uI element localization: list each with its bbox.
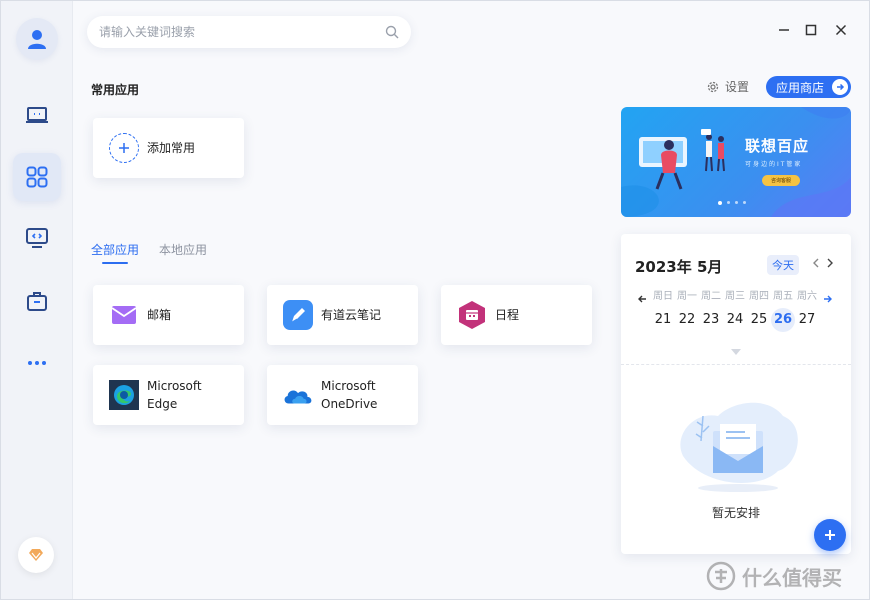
- app-store-button[interactable]: 应用商店: [766, 76, 851, 98]
- chevron-left-icon[interactable]: [812, 257, 820, 273]
- user-avatar[interactable]: [16, 18, 58, 60]
- minimize-icon: [779, 29, 789, 31]
- banner-title: 联想百应: [745, 137, 810, 155]
- search-icon[interactable]: [385, 25, 399, 39]
- sidebar-item-device[interactable]: [13, 91, 61, 139]
- tab-active-indicator: [102, 262, 128, 264]
- app-card-onedrive[interactable]: Microsoft OneDrive: [267, 365, 418, 425]
- app-card-schedule[interactable]: 日程: [441, 285, 592, 345]
- minimize-button[interactable]: [773, 19, 795, 41]
- day-cell[interactable]: 27: [795, 308, 819, 332]
- app-name-group: Microsoft OneDrive: [321, 377, 377, 413]
- app-name: 有道云笔记: [321, 308, 382, 322]
- user-icon: [28, 30, 46, 49]
- app-store-label: 应用商店: [776, 80, 825, 95]
- empty-mail-illustration: [680, 402, 798, 492]
- app-window: 常用应用 添加常用 设置 应用商店 全部应用 本地应用 邮箱: [0, 0, 870, 600]
- add-common-app-card[interactable]: 添加常用: [93, 118, 244, 178]
- day-cell[interactable]: 23: [699, 308, 723, 332]
- calendar-panel: 2023年 5月 今天 周日 周一 周二 周三 周四 周五 周六 21 22 2…: [621, 234, 851, 554]
- weekday-label: 周一: [677, 291, 697, 302]
- pagination-dot[interactable]: [718, 201, 722, 205]
- empty-schedule-text: 暂无安排: [711, 506, 760, 520]
- youdao-note-icon: [283, 300, 313, 330]
- maximize-button[interactable]: [800, 19, 822, 41]
- app-card-youdao-note[interactable]: 有道云笔记: [267, 285, 418, 345]
- onedrive-icon: [283, 380, 313, 410]
- close-icon: [835, 24, 847, 36]
- week-next-arrow-icon[interactable]: [823, 289, 833, 308]
- calendar-icon: [457, 300, 487, 330]
- plus-icon: [825, 530, 835, 540]
- today-button[interactable]: 今天: [767, 255, 799, 275]
- settings-label: 设置: [725, 80, 750, 94]
- calendar-month-title: 2023年 5月: [635, 258, 723, 276]
- banner-subtitle: 可身边的IT管家: [745, 161, 803, 168]
- app-name-line2: Edge: [147, 397, 178, 411]
- sidebar-item-apps[interactable]: [13, 153, 61, 201]
- banner-pagination: [718, 201, 746, 205]
- add-common-label: 添加常用: [147, 141, 196, 155]
- more-dots-icon: [28, 361, 46, 365]
- search-bar: [87, 16, 411, 48]
- mail-icon: [109, 300, 139, 330]
- watermark-logo-icon: [706, 561, 736, 591]
- pagination-dot[interactable]: [735, 201, 738, 204]
- weekday-header: 周日 周一 周二 周三 周四 周五 周六: [651, 287, 819, 302]
- day-cell[interactable]: 22: [675, 308, 699, 332]
- laptop-icon: [26, 107, 48, 123]
- banner-cta-button[interactable]: 咨询客服: [762, 175, 800, 186]
- arrow-right-icon: [832, 79, 848, 95]
- settings-link[interactable]: 设置: [706, 78, 749, 95]
- week-prev-arrow-icon[interactable]: [637, 289, 647, 308]
- add-circle-icon: [109, 133, 139, 163]
- day-cell-selected[interactable]: 26: [771, 308, 795, 332]
- app-card-mail[interactable]: 邮箱: [93, 285, 244, 345]
- vip-button[interactable]: [18, 537, 54, 573]
- common-apps-title: 常用应用: [91, 83, 140, 97]
- app-card-edge[interactable]: Microsoft Edge: [93, 365, 244, 425]
- expand-down-icon[interactable]: [730, 341, 742, 360]
- sidebar: [1, 1, 73, 599]
- week-days-row: 21 22 23 24 25 26 27: [651, 308, 819, 332]
- app-name-line1: Microsoft: [147, 379, 202, 393]
- app-name-line1: Microsoft: [321, 379, 376, 393]
- tab-all-apps[interactable]: 全部应用: [91, 241, 139, 258]
- weekday-label: 周五: [773, 291, 793, 302]
- weekday-label: 周二: [701, 291, 721, 302]
- day-cell[interactable]: 21: [651, 308, 675, 332]
- app-name-line2: OneDrive: [321, 397, 378, 411]
- weekday-label: 周三: [725, 291, 745, 302]
- diamond-icon: [29, 549, 43, 561]
- pagination-dot[interactable]: [743, 201, 746, 204]
- briefcase-icon: [27, 292, 47, 311]
- tab-local-apps[interactable]: 本地应用: [159, 241, 207, 258]
- app-name: 邮箱: [147, 308, 172, 322]
- app-name-group: Microsoft Edge: [147, 377, 202, 413]
- maximize-icon: [805, 24, 817, 36]
- app-name: 日程: [495, 308, 520, 322]
- calendar-divider: [621, 364, 851, 365]
- search-input[interactable]: [99, 25, 385, 39]
- sidebar-item-toolbox[interactable]: [13, 277, 61, 325]
- chevron-right-icon[interactable]: [826, 257, 834, 273]
- monitor-code-icon: [26, 228, 48, 248]
- weekday-label: 周六: [797, 291, 817, 302]
- weekday-label: 周日: [653, 291, 673, 302]
- gear-icon: [707, 81, 719, 92]
- add-schedule-button[interactable]: [814, 519, 846, 551]
- pagination-dot[interactable]: [727, 201, 730, 204]
- site-watermark: 什么值得买: [706, 561, 842, 591]
- apps-grid-icon: [26, 166, 48, 188]
- day-cell[interactable]: 25: [747, 308, 771, 332]
- weekday-label: 周四: [749, 291, 769, 302]
- sidebar-item-more[interactable]: [13, 339, 61, 387]
- edge-icon: [109, 380, 139, 410]
- day-cell[interactable]: 24: [723, 308, 747, 332]
- sidebar-item-remote[interactable]: [13, 214, 61, 262]
- watermark-text: 什么值得买: [742, 565, 842, 590]
- close-button[interactable]: [830, 19, 852, 41]
